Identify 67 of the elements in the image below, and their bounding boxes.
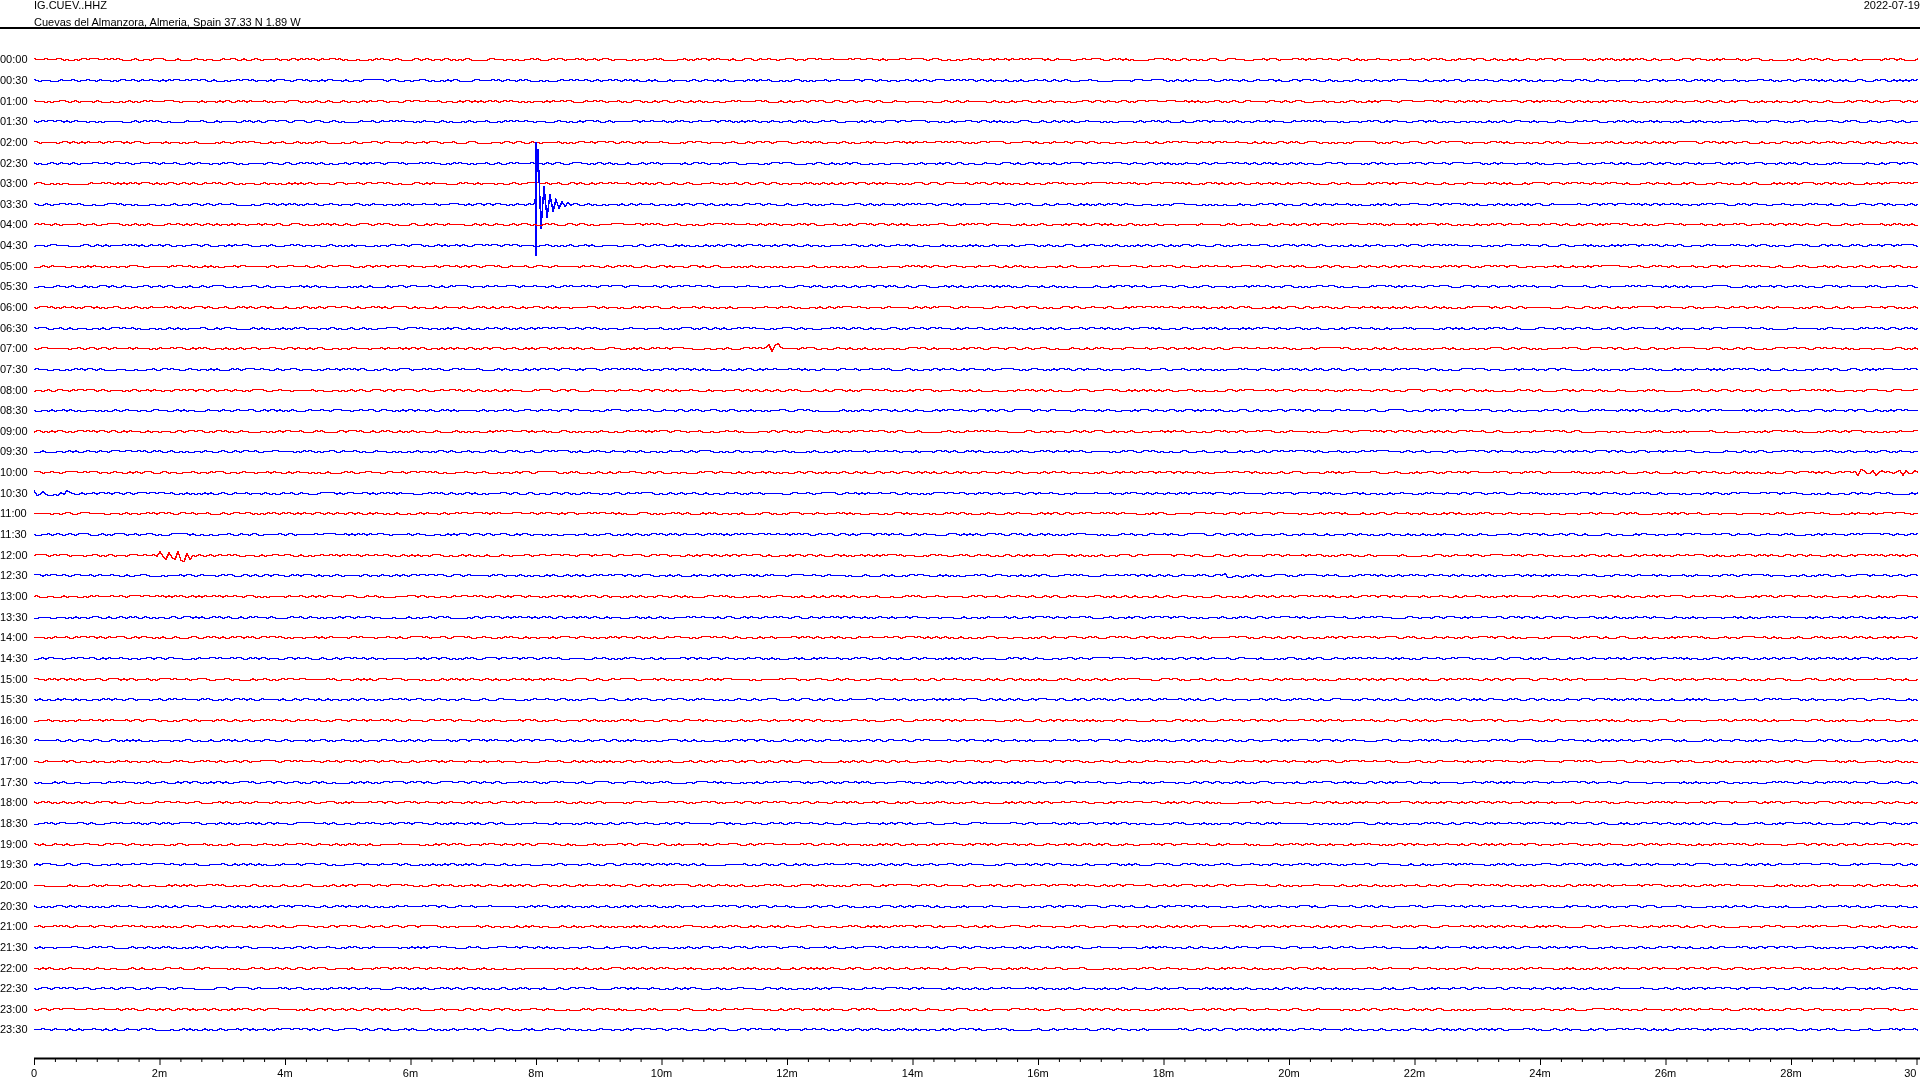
time-label: 02:30 xyxy=(0,156,29,169)
time-label: 00:30 xyxy=(0,73,29,86)
time-label: 08:00 xyxy=(0,383,29,396)
axis-label: 18m xyxy=(1152,1066,1175,1079)
axis-label: 24m xyxy=(1529,1066,1551,1079)
axis-label: 30 xyxy=(1904,1066,1917,1079)
time-label: 18:00 xyxy=(0,796,29,809)
time-label: 03:00 xyxy=(0,177,29,190)
time-label: 22:30 xyxy=(0,982,29,995)
time-label: 06:00 xyxy=(0,301,29,313)
axis-label: 26m xyxy=(1654,1066,1677,1079)
time-label: 05:00 xyxy=(0,259,29,272)
time-label: 16:00 xyxy=(0,713,29,726)
axis-label: 20m xyxy=(1278,1066,1300,1079)
time-label: 21:30 xyxy=(0,940,29,953)
time-label: 04:00 xyxy=(0,218,29,231)
axis-label: 22m xyxy=(1403,1066,1426,1079)
axis-label: 8m xyxy=(528,1066,544,1079)
time-label: 21:00 xyxy=(0,920,29,933)
time-label: 10:30 xyxy=(0,486,29,499)
time-label: 16:30 xyxy=(0,734,29,747)
time-label: 12:00 xyxy=(0,548,29,561)
axis-label: 14m xyxy=(901,1066,924,1079)
axis-label: 28m xyxy=(1780,1066,1802,1079)
time-label: 23:00 xyxy=(0,1002,29,1015)
time-label: 15:00 xyxy=(0,672,29,685)
time-label: 22:00 xyxy=(0,961,29,974)
time-label: 07:30 xyxy=(0,362,29,375)
time-label: 20:30 xyxy=(0,899,29,912)
time-label: 11:30 xyxy=(0,528,28,541)
time-label: 03:30 xyxy=(0,197,29,210)
date-label: 2022-07-19 xyxy=(1863,0,1920,13)
time-label: 13:30 xyxy=(0,610,29,623)
time-label: 18:30 xyxy=(0,817,29,829)
time-label: 20:00 xyxy=(0,878,29,891)
station-location: Cuevas del Almanzora, Almeria, Spain 37.33 N 1.89 W xyxy=(34,15,301,30)
time-label: 15:30 xyxy=(0,693,29,706)
axis-label: 4m xyxy=(277,1066,293,1079)
time-label: 09:30 xyxy=(0,445,29,458)
time-label: 12:30 xyxy=(0,569,29,582)
time-label: 23:30 xyxy=(0,1023,29,1036)
time-label: 17:00 xyxy=(0,755,29,768)
time-label: 09:00 xyxy=(0,424,29,437)
time-label: 19:00 xyxy=(0,837,29,850)
time-label: 04:30 xyxy=(0,239,29,252)
time-label: 05:30 xyxy=(0,280,29,293)
time-label: 11:00 xyxy=(0,507,28,520)
axis-label: 6m xyxy=(402,1066,419,1079)
axis-label: 0 xyxy=(30,1066,38,1079)
time-label: 06:30 xyxy=(0,321,29,334)
time-label: 07:00 xyxy=(0,342,29,355)
time-label: 13:00 xyxy=(0,589,29,602)
time-label: 02:00 xyxy=(0,135,29,148)
time-label: 17:30 xyxy=(0,775,29,788)
axis-label: 2m xyxy=(151,1066,168,1079)
axis-label: 12m xyxy=(776,1066,798,1079)
axis-label: 10m xyxy=(650,1066,673,1079)
time-label: 08:30 xyxy=(0,404,29,417)
station-code: IG.CUEV..HHZ xyxy=(34,0,108,13)
axis-label: 16m xyxy=(1027,1066,1049,1079)
time-label: 00:00 xyxy=(0,53,29,66)
time-label: 10:00 xyxy=(0,466,29,479)
time-label: 01:30 xyxy=(0,115,29,128)
time-label: 19:30 xyxy=(0,858,29,871)
time-label: 14:00 xyxy=(0,631,29,644)
time-label: 01:00 xyxy=(0,94,29,107)
time-label: 14:30 xyxy=(0,651,29,664)
